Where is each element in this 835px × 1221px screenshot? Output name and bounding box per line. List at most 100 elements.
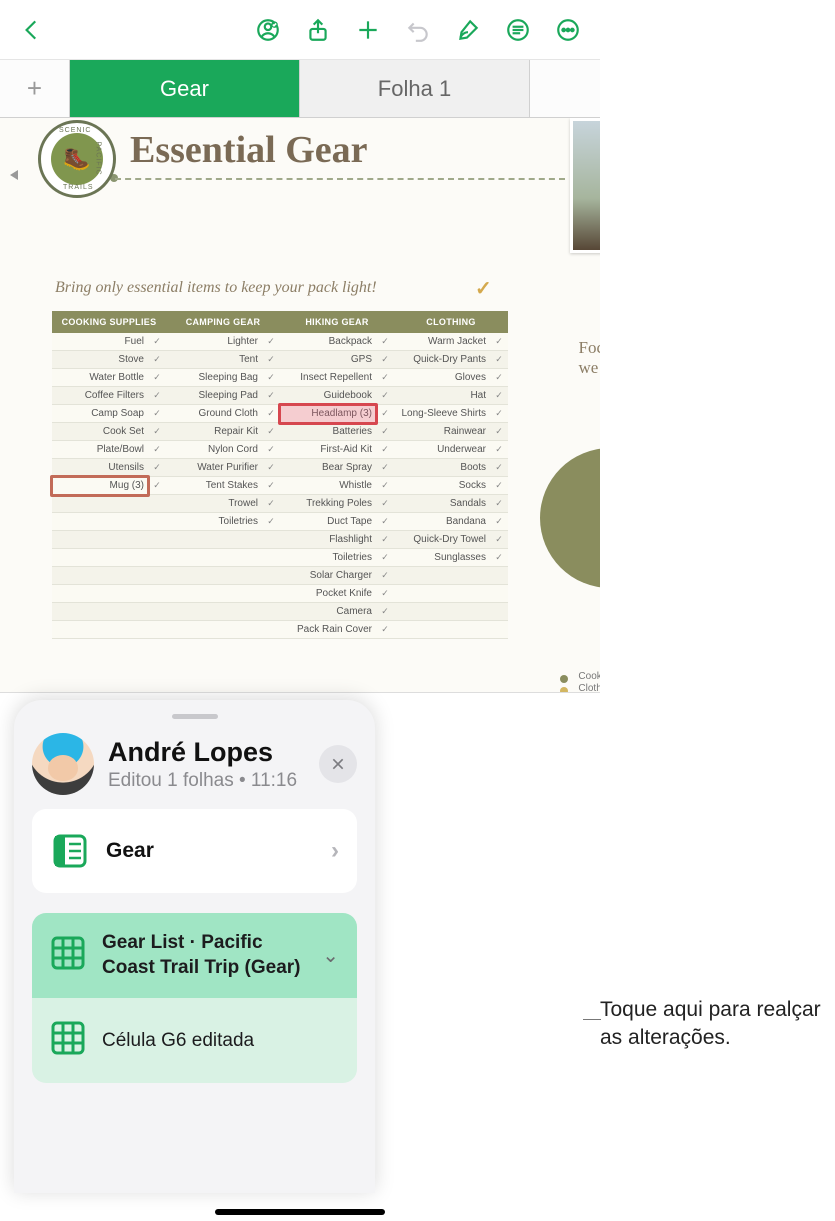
checkbox-cell[interactable] xyxy=(490,567,508,585)
back-button[interactable] xyxy=(10,8,54,52)
checkbox-cell[interactable]: ✓ xyxy=(376,369,394,387)
checkbox-cell[interactable] xyxy=(262,531,280,549)
checkbox-cell[interactable]: ✓ xyxy=(490,369,508,387)
sheet-row-gear[interactable]: Gear › xyxy=(32,809,357,893)
table-row[interactable]: Stove✓Tent✓GPS✓Quick-Dry Pants✓ xyxy=(52,351,508,369)
checkbox-cell[interactable]: ✓ xyxy=(262,387,280,405)
checkbox-cell[interactable]: ✓ xyxy=(262,477,280,495)
table-cell[interactable]: Trekking Poles xyxy=(280,495,376,513)
table-cell[interactable]: Bandana xyxy=(394,513,490,531)
checkbox-cell[interactable] xyxy=(148,513,166,531)
checkbox-cell[interactable]: ✓ xyxy=(376,621,394,639)
table-cell[interactable] xyxy=(52,513,148,531)
table-cell[interactable]: Batteries xyxy=(280,423,376,441)
table-cell[interactable]: Long-Sleeve Shirts xyxy=(394,405,490,423)
close-button[interactable] xyxy=(319,745,357,783)
checkbox-cell[interactable] xyxy=(148,567,166,585)
table-cell[interactable]: Stove xyxy=(52,351,148,369)
table-cell[interactable]: Toiletries xyxy=(166,513,262,531)
checkbox-cell[interactable] xyxy=(148,603,166,621)
home-indicator[interactable] xyxy=(215,1209,385,1215)
table-cell[interactable]: Sunglasses xyxy=(394,549,490,567)
checkbox-cell[interactable]: ✓ xyxy=(490,477,508,495)
table-cell[interactable]: Quick-Dry Pants xyxy=(394,351,490,369)
table-cell[interactable]: Toiletries xyxy=(280,549,376,567)
table-row[interactable]: Cook Set✓Repair Kit✓Batteries✓Rainwear✓ xyxy=(52,423,508,441)
table-cell[interactable]: Sleeping Bag xyxy=(166,369,262,387)
checkbox-cell[interactable]: ✓ xyxy=(490,423,508,441)
checkbox-cell[interactable]: ✓ xyxy=(376,405,394,423)
checkbox-cell[interactable]: ✓ xyxy=(490,387,508,405)
more-icon[interactable] xyxy=(546,8,590,52)
table-cell[interactable]: GPS xyxy=(280,351,376,369)
table-cell[interactable] xyxy=(166,621,262,639)
table-cell[interactable]: Bear Spray xyxy=(280,459,376,477)
checkbox-cell[interactable]: ✓ xyxy=(376,585,394,603)
table-cell[interactable]: Lighter xyxy=(166,333,262,351)
checkbox-cell[interactable]: ✓ xyxy=(376,423,394,441)
view-options-icon[interactable] xyxy=(496,8,540,52)
table-cell[interactable]: Mug (3) xyxy=(52,477,148,495)
checkbox-cell[interactable]: ✓ xyxy=(262,495,280,513)
checkbox-cell[interactable]: ✓ xyxy=(376,441,394,459)
share-icon[interactable] xyxy=(296,8,340,52)
checkbox-cell[interactable] xyxy=(490,585,508,603)
table-cell[interactable]: Coffee Filters xyxy=(52,387,148,405)
table-cell[interactable]: Plate/Bowl xyxy=(52,441,148,459)
table-cell[interactable]: Guidebook xyxy=(280,387,376,405)
table-cell[interactable] xyxy=(394,621,490,639)
table-cell[interactable]: Sleeping Pad xyxy=(166,387,262,405)
table-cell[interactable] xyxy=(52,567,148,585)
table-cell[interactable]: Water Bottle xyxy=(52,369,148,387)
table-row[interactable]: Toiletries✓Duct Tape✓Bandana✓ xyxy=(52,513,508,531)
checkbox-cell[interactable]: ✓ xyxy=(490,405,508,423)
table-cell[interactable]: Quick-Dry Towel xyxy=(394,531,490,549)
table-cell[interactable] xyxy=(394,603,490,621)
checkbox-cell[interactable]: ✓ xyxy=(148,423,166,441)
table-cell[interactable]: Tent Stakes xyxy=(166,477,262,495)
checkbox-cell[interactable]: ✓ xyxy=(376,549,394,567)
table-cell[interactable]: Hat xyxy=(394,387,490,405)
checkbox-cell[interactable] xyxy=(148,549,166,567)
add-sheet-button[interactable]: + xyxy=(0,60,70,117)
table-cell[interactable]: Warm Jacket xyxy=(394,333,490,351)
table-row[interactable]: Trowel✓Trekking Poles✓Sandals✓ xyxy=(52,495,508,513)
checkbox-cell[interactable] xyxy=(148,495,166,513)
table-row[interactable]: Camp Soap✓Ground Cloth✓Headlamp (3)✓Long… xyxy=(52,405,508,423)
table-cell[interactable]: Utensils xyxy=(52,459,148,477)
table-cell[interactable]: Insect Repellent xyxy=(280,369,376,387)
table-row[interactable]: Toiletries✓Sunglasses✓ xyxy=(52,549,508,567)
checkbox-cell[interactable] xyxy=(490,621,508,639)
checkbox-cell[interactable]: ✓ xyxy=(262,369,280,387)
spreadsheet-canvas[interactable]: SCENIC PACIFIC TRAILS 🥾 Essential Gear B… xyxy=(0,118,600,693)
table-cell[interactable]: First-Aid Kit xyxy=(280,441,376,459)
checkbox-cell[interactable]: ✓ xyxy=(490,441,508,459)
checkbox-cell[interactable]: ✓ xyxy=(376,603,394,621)
table-cell[interactable]: Flashlight xyxy=(280,531,376,549)
checkbox-cell[interactable]: ✓ xyxy=(148,387,166,405)
add-icon[interactable] xyxy=(346,8,390,52)
table-cell[interactable]: Sandals xyxy=(394,495,490,513)
checkbox-cell[interactable]: ✓ xyxy=(490,549,508,567)
table-row[interactable]: Flashlight✓Quick-Dry Towel✓ xyxy=(52,531,508,549)
table-row[interactable]: Plate/Bowl✓Nylon Cord✓First-Aid Kit✓Unde… xyxy=(52,441,508,459)
table-cell[interactable] xyxy=(52,495,148,513)
checkbox-cell[interactable]: ✓ xyxy=(376,459,394,477)
table-header[interactable]: CAMPING GEAR xyxy=(166,311,280,333)
checkbox-cell[interactable]: ✓ xyxy=(490,459,508,477)
checkbox-cell[interactable]: ✓ xyxy=(376,513,394,531)
table-row[interactable]: Water Bottle✓Sleeping Bag✓Insect Repelle… xyxy=(52,369,508,387)
table-cell[interactable] xyxy=(166,567,262,585)
table-header[interactable]: HIKING GEAR xyxy=(280,311,394,333)
table-cell[interactable] xyxy=(52,531,148,549)
table-row[interactable]: Mug (3)✓Tent Stakes✓Whistle✓Socks✓ xyxy=(52,477,508,495)
checkbox-cell[interactable]: ✓ xyxy=(376,495,394,513)
checkbox-cell[interactable]: ✓ xyxy=(148,351,166,369)
table-cell[interactable]: Trowel xyxy=(166,495,262,513)
checkbox-cell[interactable]: ✓ xyxy=(148,369,166,387)
checkbox-cell[interactable] xyxy=(262,567,280,585)
checkbox-cell[interactable]: ✓ xyxy=(490,495,508,513)
checkbox-cell[interactable] xyxy=(148,531,166,549)
checkbox-cell[interactable]: ✓ xyxy=(148,405,166,423)
table-header[interactable]: COOKING SUPPLIES xyxy=(52,311,166,333)
